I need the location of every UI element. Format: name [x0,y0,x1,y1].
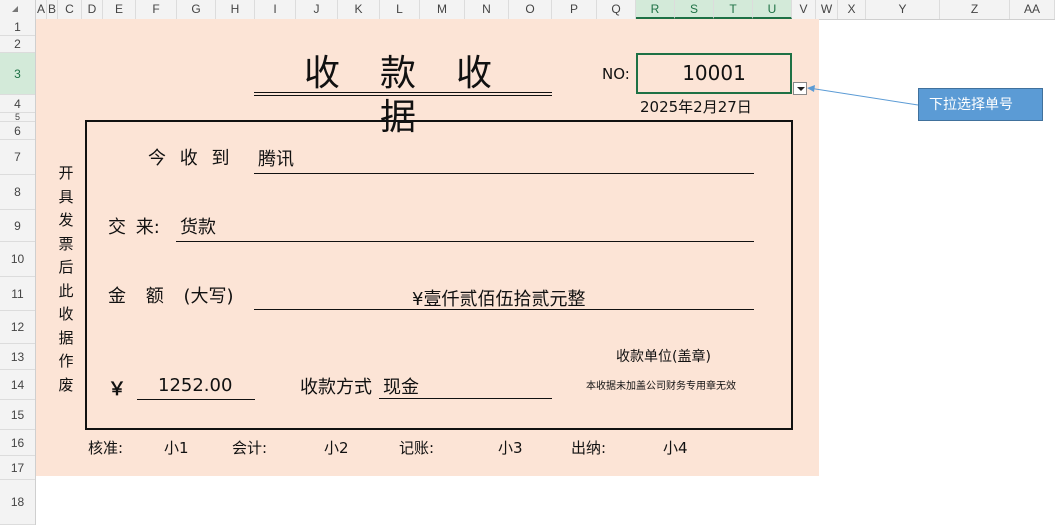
column-header-d[interactable]: D [82,0,103,19]
column-header-g[interactable]: G [177,0,216,19]
row-header-2[interactable]: 2 [0,36,35,53]
column-header-a[interactable]: A [36,0,47,19]
column-header-h[interactable]: H [216,0,255,19]
column-header-j[interactable]: J [296,0,338,19]
row-header-8[interactable]: 8 [0,175,35,210]
payment-method-underline [379,398,552,399]
column-header-e[interactable]: E [103,0,136,19]
amount-words[interactable]: ¥壹仟贰佰伍拾贰元整 [412,285,585,311]
amount-number-underline [137,399,255,400]
row-header-17[interactable]: 17 [0,456,35,480]
accountant-label: 会计: [232,439,268,457]
column-header-m[interactable]: M [420,0,465,19]
row-header-12[interactable]: 12 [0,311,35,344]
vertical-note-char: 票 [58,234,74,253]
purpose-underline [176,241,754,242]
column-header-q[interactable]: Q [597,0,636,19]
column-header-o[interactable]: O [509,0,552,19]
purpose-value[interactable]: 货款 [180,213,216,239]
currency-symbol: ￥ [108,379,126,400]
column-header-c[interactable]: C [58,0,82,19]
row-header-13[interactable]: 13 [0,344,35,370]
row-header-5[interactable]: 5 [0,113,35,122]
received-from-label: 今 收 到 [148,148,230,169]
column-header-t[interactable]: T [714,0,753,19]
received-from-underline [254,173,754,174]
callout-note[interactable]: 下拉选择单号 [918,88,1043,121]
vertical-note-char: 具 [58,187,74,206]
column-header-n[interactable]: N [465,0,509,19]
row-header-4[interactable]: 4 [0,95,35,113]
column-header-b[interactable]: B [47,0,58,19]
approver-name[interactable]: 小1 [164,437,189,458]
column-header-l[interactable]: L [380,0,420,19]
purpose-label: 交 来: [108,217,160,238]
row-header-16[interactable]: 16 [0,430,35,456]
received-from-value[interactable]: 腾讯 [258,145,294,171]
column-header-z[interactable]: Z [940,0,1010,19]
row-header-18[interactable]: 18 [0,480,35,525]
payment-method-label: 收款方式 [300,377,372,398]
column-header-w[interactable]: W [816,0,838,19]
column-header-i[interactable]: I [255,0,296,19]
bookkeeper-name[interactable]: 小3 [498,437,523,458]
bookkeeper-label: 记账: [399,439,435,457]
column-header-u[interactable]: U [753,0,792,19]
column-header-y[interactable]: Y [866,0,940,19]
row-header-3[interactable]: 3 [0,53,35,95]
vertical-note: 开具发票后此收据作废 [56,162,76,397]
vertical-note-char: 开 [58,164,74,182]
payment-method-value[interactable]: 现金 [383,373,419,399]
column-header-aa[interactable]: AA [1010,0,1055,19]
column-header-s[interactable]: S [675,0,714,19]
vertical-note-char: 作 [58,352,74,370]
row-header-11[interactable]: 11 [0,277,35,311]
column-header-k[interactable]: K [338,0,380,19]
accountant-name[interactable]: 小2 [324,437,349,458]
vertical-note-char: 据 [58,328,74,347]
seal-note: 本收据未加盖公司财务专用章无效 [586,381,736,392]
column-header-x[interactable]: X [838,0,866,19]
seal-title: 收款单位(盖章) [616,349,711,365]
cashier-label: 出纳: [571,439,607,457]
column-header-r[interactable]: R [636,0,675,19]
amount-label: 金 额 (大写) [108,286,234,307]
column-header-f[interactable]: F [136,0,177,19]
row-header-15[interactable]: 15 [0,400,35,430]
row-header-14[interactable]: 14 [0,370,35,400]
vertical-note-char: 收 [58,305,74,323]
amount-number[interactable]: 1252.00 [158,375,232,396]
row-header-6[interactable]: 6 [0,122,35,140]
row-header-7[interactable]: 7 [0,140,35,175]
approver-label: 核准: [88,439,124,457]
vertical-note-char: 废 [58,375,74,394]
column-header-v[interactable]: V [792,0,816,19]
vertical-note-char: 此 [58,281,74,300]
row-header-1[interactable]: 1 [0,19,35,36]
vertical-note-char: 发 [58,211,74,229]
row-header-10[interactable]: 10 [0,242,35,277]
row-header-9[interactable]: 9 [0,210,35,242]
column-header-p[interactable]: P [552,0,597,19]
amount-words-underline [254,309,754,310]
cashier-name[interactable]: 小4 [663,437,688,458]
vertical-note-char: 后 [58,258,74,276]
